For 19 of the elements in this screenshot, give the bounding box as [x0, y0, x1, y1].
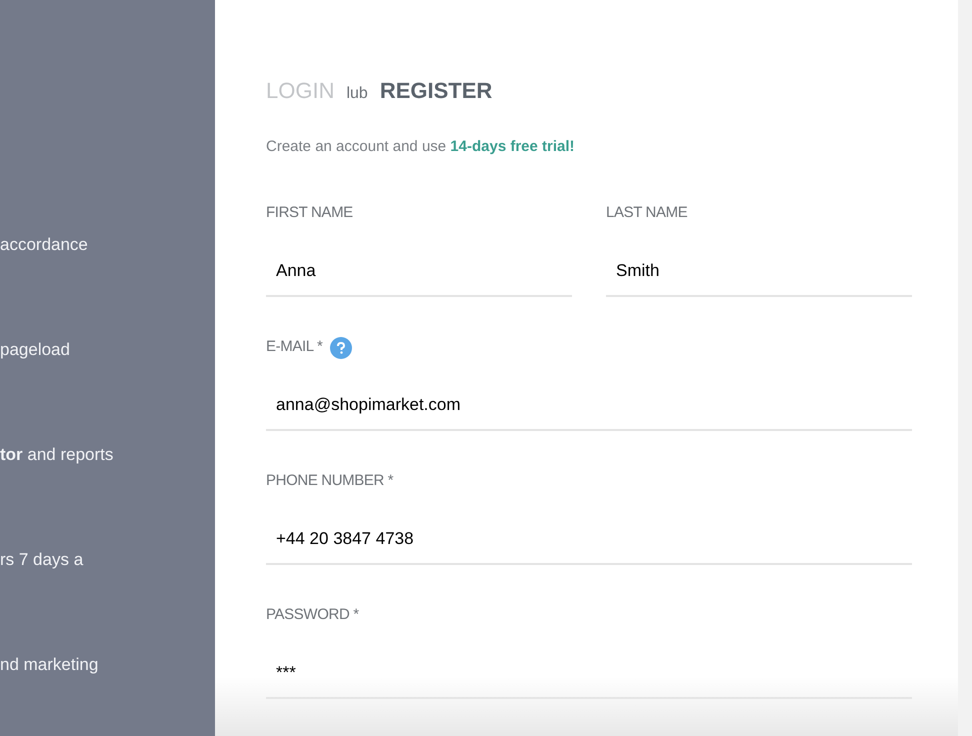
- feature-text: rs 7 days a: [0, 549, 84, 571]
- field-label: PHONE NUMBER *: [266, 471, 394, 492]
- auth-tab[interactable]: REGISTER: [380, 74, 492, 107]
- feature-text: tor and reports: [0, 444, 114, 466]
- text-input[interactable]: +44 20 3847 4738: [266, 520, 912, 564]
- field-label: E-MAIL *: [266, 337, 322, 358]
- field-label: LAST NAME: [606, 203, 688, 224]
- field-label: PASSWORD *: [266, 605, 359, 626]
- text-input[interactable]: anna@shopimarket.com: [266, 386, 912, 430]
- field-label: FIRST NAME: [266, 203, 353, 224]
- feature-text: pageload: [0, 339, 71, 361]
- text-input[interactable]: ***: [266, 654, 912, 698]
- subtitle: Create an account and use 14-days free trial!: [266, 137, 576, 157]
- feature-text: accordance: [0, 234, 89, 256]
- help-icon[interactable]: [330, 336, 352, 358]
- header-text: lub: [346, 84, 368, 104]
- feature-text: nd marketing: [0, 654, 100, 676]
- text-input[interactable]: Smith: [606, 252, 912, 296]
- text-input[interactable]: Anna: [266, 252, 572, 296]
